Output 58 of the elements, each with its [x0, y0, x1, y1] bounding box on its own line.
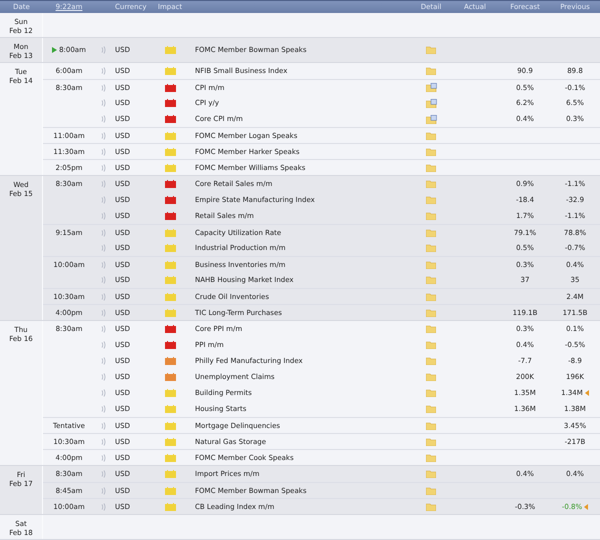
folder-icon[interactable] [426, 389, 436, 397]
sound-icon[interactable] [100, 341, 106, 349]
sound-icon[interactable] [100, 470, 106, 478]
sound-icon[interactable] [100, 389, 106, 397]
sound-icon[interactable] [100, 180, 106, 188]
sound-icon[interactable] [100, 84, 106, 92]
folder-icon[interactable] [426, 422, 436, 430]
folder-document-icon[interactable] [426, 83, 436, 92]
sound-icon[interactable] [100, 502, 106, 510]
sound-icon[interactable] [100, 422, 106, 430]
folder-icon[interactable] [426, 502, 436, 510]
folder-icon[interactable] [426, 46, 436, 54]
sound-icon[interactable] [100, 67, 106, 75]
sound-icon[interactable] [100, 486, 106, 494]
folder-icon[interactable] [426, 357, 436, 365]
folder-document-icon[interactable] [426, 114, 436, 124]
sound-icon[interactable] [100, 148, 106, 156]
folder-icon[interactable] [426, 373, 436, 381]
sound-icon[interactable] [100, 292, 106, 300]
sound-icon[interactable] [100, 308, 106, 316]
sound-icon[interactable] [100, 132, 106, 140]
folder-icon[interactable] [426, 486, 436, 494]
sound-icon[interactable] [100, 115, 106, 123]
folder-icon[interactable] [426, 341, 436, 349]
folder-icon[interactable] [426, 405, 436, 413]
sound-icon[interactable] [100, 46, 106, 54]
sound-icon[interactable] [100, 454, 106, 462]
folder-icon[interactable] [426, 325, 436, 333]
sound-icon[interactable] [100, 405, 106, 413]
folder-icon[interactable] [426, 180, 436, 188]
folder-icon[interactable] [426, 244, 436, 252]
sound-icon[interactable] [100, 212, 106, 220]
folder-icon[interactable] [426, 148, 436, 156]
folder-icon[interactable] [426, 196, 436, 204]
sound-icon[interactable] [100, 196, 106, 204]
folder-icon[interactable] [426, 228, 436, 236]
folder-icon[interactable] [426, 67, 436, 75]
sound-icon[interactable] [100, 99, 106, 107]
folder-icon[interactable] [426, 132, 436, 140]
folder-icon[interactable] [426, 260, 436, 268]
folder-icon[interactable] [426, 292, 436, 300]
folder-icon[interactable] [426, 470, 436, 478]
folder-document-icon[interactable] [426, 98, 436, 108]
folder-icon[interactable] [426, 308, 436, 316]
folder-icon[interactable] [426, 164, 436, 172]
sound-icon[interactable] [100, 357, 106, 365]
folder-icon[interactable] [426, 212, 436, 220]
folder-icon[interactable] [426, 276, 436, 284]
sound-icon[interactable] [100, 228, 106, 236]
sound-icon[interactable] [100, 438, 106, 446]
sound-icon[interactable] [100, 325, 106, 333]
folder-icon[interactable] [426, 454, 436, 462]
sound-icon[interactable] [100, 373, 106, 381]
sound-icon[interactable] [100, 164, 106, 172]
sound-icon[interactable] [100, 244, 106, 252]
sound-icon[interactable] [100, 276, 106, 284]
sound-icon[interactable] [100, 260, 106, 268]
folder-icon[interactable] [426, 438, 436, 446]
